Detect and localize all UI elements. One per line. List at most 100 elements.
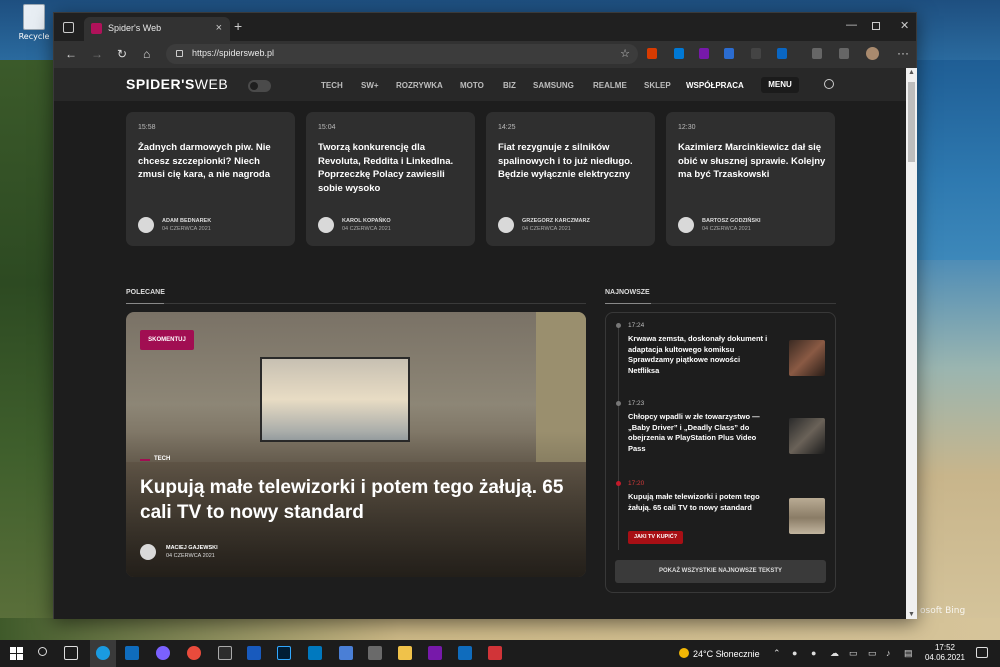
- messenger-icon[interactable]: [156, 646, 170, 660]
- scroll-down-icon[interactable]: ▼: [908, 611, 915, 618]
- tray-telegram-icon[interactable]: ●: [792, 648, 797, 658]
- extension-icon-2[interactable]: [674, 48, 684, 59]
- item-headline[interactable]: Chłopcy wpadli w złe towarzystwo — „Baby…: [628, 412, 768, 454]
- weather-widget[interactable]: 24°C Słonecznie: [679, 648, 760, 659]
- card-author[interactable]: BARTOSZ GODZIŃSKI: [702, 218, 761, 224]
- linkedin-extension-icon[interactable]: [777, 48, 787, 59]
- tray-volume-icon[interactable]: ♪: [886, 648, 891, 658]
- office-extension-icon[interactable]: [647, 48, 657, 59]
- onenote-icon[interactable]: [428, 646, 442, 660]
- card-headline[interactable]: Żadnych darmowych piw. Nie chcesz szczep…: [138, 141, 288, 182]
- card-headline[interactable]: Fiat rezygnuje z silników spalinowych i …: [498, 141, 648, 182]
- slack-icon[interactable]: [187, 646, 201, 660]
- onenote-extension-icon[interactable]: [699, 48, 709, 59]
- site-header: SPIDER'SWEB TECH SW+ ROZRYWKA MOTO BIZ S…: [54, 68, 906, 101]
- url-field[interactable]: https://spidersweb.pl ☆: [166, 44, 638, 64]
- file-explorer-icon[interactable]: [398, 646, 412, 660]
- item-headline[interactable]: Krwawa zemsta, doskonały dokument i adap…: [628, 334, 768, 376]
- article-card[interactable]: 14:25 Fiat rezygnuje z silników spalinow…: [486, 112, 655, 246]
- item-thumbnail[interactable]: [789, 340, 825, 376]
- article-card[interactable]: 15:58 Żadnych darmowych piw. Nie chcesz …: [126, 112, 295, 246]
- hero-category[interactable]: TECH: [154, 456, 170, 462]
- calculator-icon[interactable]: [368, 646, 382, 660]
- settings-more-icon[interactable]: ···: [897, 46, 909, 60]
- nav-sw-plus[interactable]: SW+: [361, 81, 379, 90]
- article-card[interactable]: 15:04 Tworzą konkurencję dla Revoluta, R…: [306, 112, 475, 246]
- scrollbar-thumb[interactable]: [908, 82, 915, 162]
- item-tag[interactable]: JAKI TV KUPIĆ?: [628, 531, 684, 544]
- section-underline: [605, 303, 651, 304]
- nav-tech[interactable]: TECH: [321, 81, 343, 90]
- app-icon-14[interactable]: [488, 646, 502, 660]
- dark-mode-toggle[interactable]: [248, 80, 271, 92]
- hero-author[interactable]: MACIEJ GAJEWSKI: [166, 545, 218, 551]
- nav-biz[interactable]: BIZ: [503, 81, 516, 90]
- hero-title[interactable]: Kupują małe telewizorki i potem tego żał…: [140, 475, 570, 525]
- edge-icon[interactable]: [96, 646, 110, 660]
- word-icon[interactable]: [247, 646, 261, 660]
- outlook-icon[interactable]: [458, 646, 472, 660]
- tab-spidersweb[interactable]: Spider's Web ×: [84, 17, 230, 41]
- nav-rozrywka[interactable]: ROZRYWKA: [396, 81, 443, 90]
- timeline-dot: [616, 323, 621, 328]
- item-thumbnail[interactable]: [789, 498, 825, 534]
- tray-keyboard-icon[interactable]: ▤: [904, 648, 913, 659]
- clock[interactable]: 17:52 04.06.2021: [920, 643, 970, 663]
- photoshop-icon[interactable]: [277, 646, 291, 660]
- profile-avatar[interactable]: [866, 47, 879, 60]
- tray-cloud-icon[interactable]: ☁: [830, 648, 839, 659]
- article-card[interactable]: 12:30 Kazimierz Marcinkiewicz dał się ob…: [666, 112, 835, 246]
- page-scrollbar[interactable]: ▲ ▼: [906, 68, 917, 619]
- share-icon[interactable]: [839, 48, 849, 59]
- tray-network-icon[interactable]: ▭: [868, 648, 877, 659]
- scroll-up-icon[interactable]: ▲: [908, 69, 915, 76]
- home-button[interactable]: ⌂: [143, 47, 150, 61]
- nav-wspolpraca[interactable]: WSPÓŁPRACA: [686, 81, 744, 90]
- back-button[interactable]: ←: [65, 47, 77, 61]
- forward-button[interactable]: →: [91, 47, 103, 61]
- site-logo[interactable]: SPIDER'SWEB: [126, 76, 228, 92]
- card-headline[interactable]: Kazimierz Marcinkiewicz dał się obić w s…: [678, 141, 828, 182]
- minimize-button[interactable]: —: [846, 19, 857, 31]
- card-author[interactable]: ADAM BEDNAREK: [162, 218, 211, 224]
- desktop-wallpaper-left: [0, 60, 60, 620]
- card-author[interactable]: KAROL KOPAŃKO: [342, 218, 391, 224]
- close-window-button[interactable]: ✕: [900, 19, 909, 32]
- spidersweb-favicon-icon: [91, 23, 102, 34]
- nav-realme[interactable]: REALME: [593, 81, 627, 90]
- maximize-button[interactable]: [872, 22, 880, 30]
- menu-button[interactable]: MENU: [761, 77, 799, 93]
- search-icon[interactable]: [824, 79, 834, 89]
- app-icon-5[interactable]: [218, 646, 232, 660]
- nav-moto[interactable]: MOTO: [460, 81, 484, 90]
- show-all-latest-button[interactable]: POKAŻ WSZYSTKIE NAJNOWSZE TEKSTY: [615, 560, 826, 583]
- tab-close-icon[interactable]: ×: [216, 22, 222, 34]
- app-icon-9[interactable]: [339, 646, 353, 660]
- collections-icon[interactable]: [812, 48, 822, 59]
- recycle-bin-shortcut[interactable]: Recycle: [14, 4, 54, 41]
- mail-icon[interactable]: [125, 646, 139, 660]
- task-view-icon[interactable]: [64, 646, 78, 660]
- extension-icon-5[interactable]: [751, 48, 761, 59]
- comment-badge[interactable]: SKOMENTUJ: [140, 330, 194, 350]
- nav-samsung[interactable]: SAMSUNG: [533, 81, 574, 90]
- item-headline[interactable]: Kupują małe telewizorki i potem tego żał…: [628, 492, 768, 513]
- card-headline[interactable]: Tworzą konkurencję dla Revoluta, Reddita…: [318, 141, 468, 195]
- featured-article[interactable]: SKOMENTUJ TECH Kupują małe telewizorki i…: [126, 312, 586, 577]
- extension-icon-4[interactable]: [724, 48, 734, 59]
- tray-chevron-icon[interactable]: ⌃: [773, 648, 781, 659]
- tray-device-icon[interactable]: ▭: [849, 648, 858, 659]
- start-windows-icon[interactable]: [10, 647, 23, 660]
- card-author[interactable]: GRZEGORZ KARCZMARZ: [522, 218, 590, 224]
- notification-center-icon[interactable]: [976, 647, 988, 658]
- new-tab-button[interactable]: +: [234, 18, 242, 34]
- item-thumbnail[interactable]: [789, 418, 825, 454]
- nav-sklep[interactable]: SKLEP: [644, 81, 671, 90]
- logo-bold: SPIDER'S: [126, 76, 195, 92]
- refresh-button[interactable]: ↻: [117, 47, 127, 61]
- tab-actions-icon[interactable]: [63, 22, 74, 33]
- taskbar-search-icon[interactable]: [38, 647, 47, 656]
- trello-icon[interactable]: [308, 646, 322, 660]
- tray-app-icon[interactable]: ●: [811, 648, 816, 658]
- favorite-star-icon[interactable]: ☆: [620, 47, 630, 60]
